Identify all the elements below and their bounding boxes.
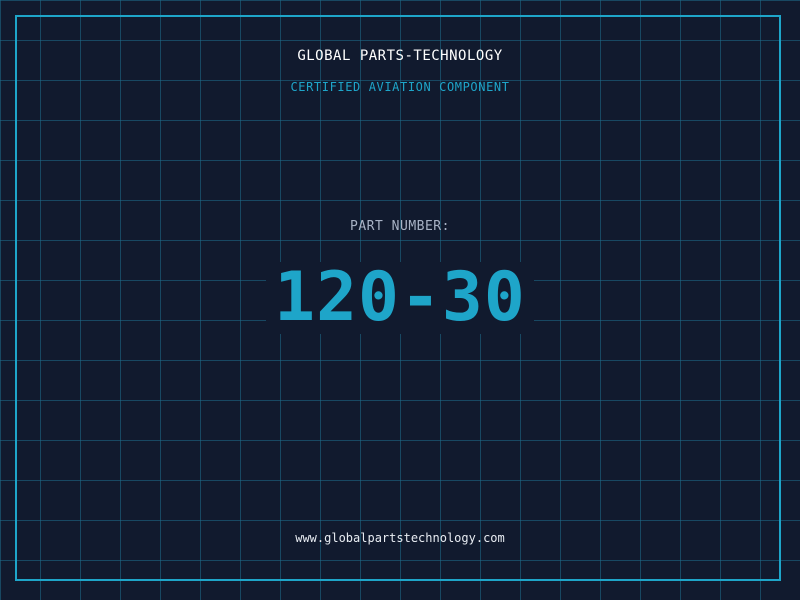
- part-number-label: PART NUMBER:: [350, 219, 450, 234]
- part-label-card: GLOBAL PARTS-TECHNOLOGY CERTIFIED AVIATI…: [0, 0, 800, 600]
- website-url: www.globalpartstechnology.com: [295, 531, 505, 545]
- part-number-container: 120-30: [0, 262, 800, 334]
- part-number: 120-30: [266, 262, 534, 334]
- subtitle: CERTIFIED AVIATION COMPONENT: [290, 80, 510, 94]
- company-name: GLOBAL PARTS-TECHNOLOGY: [297, 48, 503, 64]
